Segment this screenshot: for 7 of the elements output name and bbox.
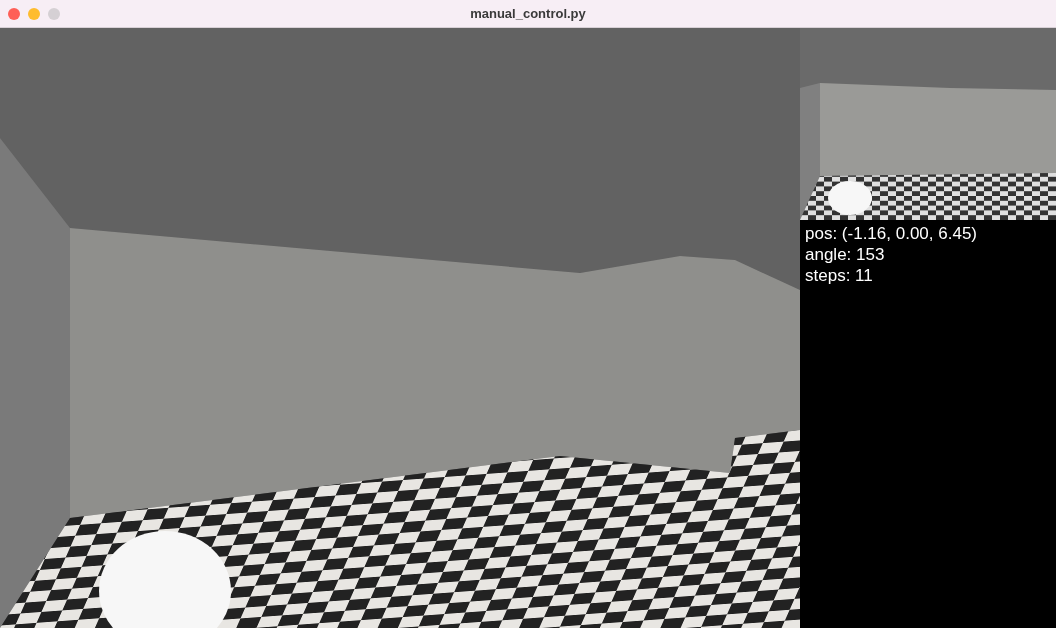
status-text: pos: (-1.16, 0.00, 6.45) [805,223,977,244]
zoom-button[interactable] [48,7,60,20]
close-button[interactable] [8,7,20,20]
window-title: manual_control.py [470,6,586,21]
status-text: angle: 153 [805,244,885,265]
status-text: steps: 11 [805,265,873,286]
minimize-button[interactable] [28,7,40,20]
